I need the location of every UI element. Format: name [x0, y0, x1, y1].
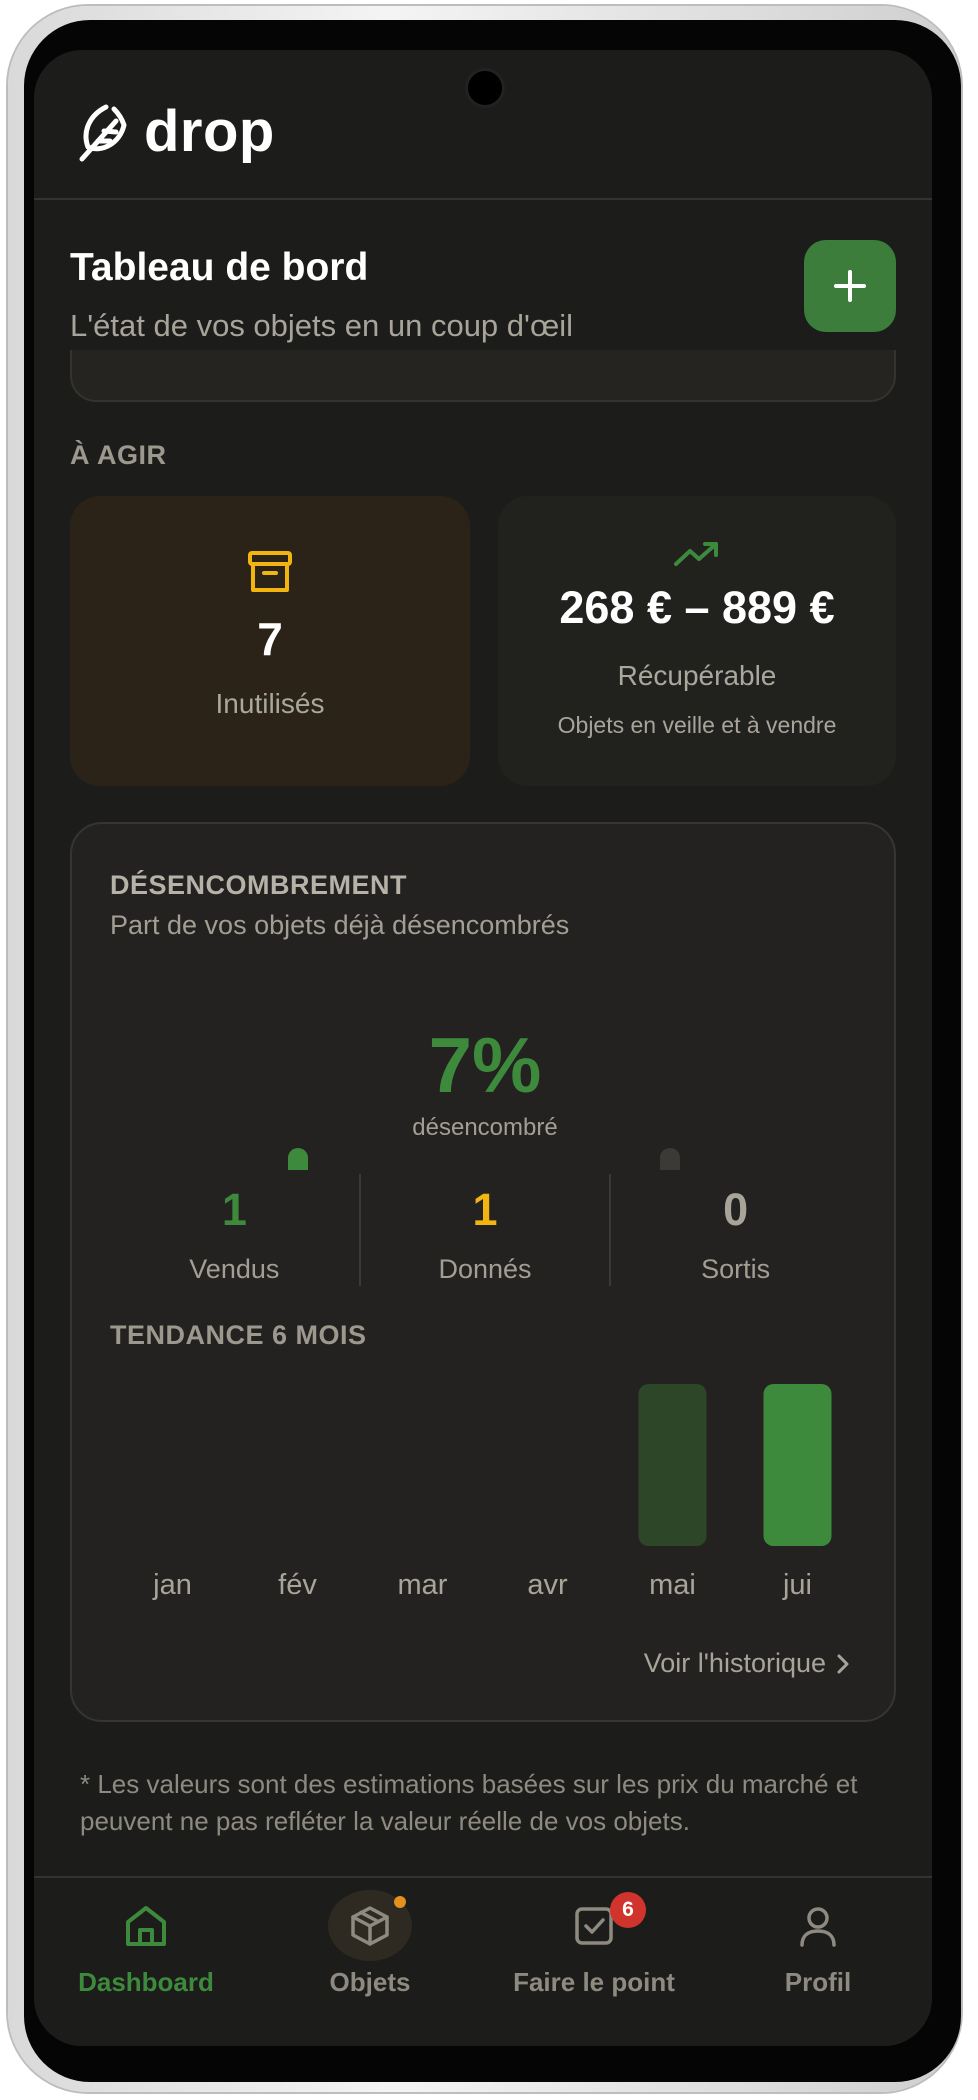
donated-count: 1: [472, 1184, 498, 1235]
nav-faire-le-point-icon-wrap: 6: [552, 1890, 646, 1961]
unused-label: Inutilisés: [215, 688, 325, 719]
page-title: Tableau de bord: [70, 246, 369, 289]
trend-month-label: mar: [398, 1569, 448, 1601]
nav-profil-label: Profil: [784, 1967, 852, 1997]
donated-label: Donnés: [438, 1254, 532, 1284]
trend-month-label: jui: [782, 1569, 812, 1601]
trend-month-label: avr: [527, 1569, 568, 1601]
declutter-card: DÉSENCOMBREMENT Part de vos objets déjà …: [70, 822, 896, 1722]
declutter-subtitle: Part de vos objets déjà désencombrés: [110, 910, 570, 940]
plus-icon: [834, 270, 866, 302]
act-section-label: À AGIR: [70, 440, 167, 470]
donated-stat[interactable]: 1 Donnés: [358, 1174, 610, 1286]
gauge-end-marker: [660, 1148, 680, 1170]
nav-dashboard[interactable]: Dashboard: [34, 1878, 258, 1998]
unused-items-card[interactable]: 7 Inutilisés: [70, 496, 470, 786]
sold-count: 1: [221, 1184, 247, 1235]
chevron-right-icon: [837, 1654, 849, 1673]
nav-profil[interactable]: Profil: [706, 1878, 930, 1998]
trend-bar-chart: jan fév mar avr mai jui: [152, 1384, 832, 1601]
faire-le-point-badge: 6: [610, 1892, 646, 1928]
recoverable-note: Objets en veille et à vendre: [557, 712, 837, 738]
view-history-label: Voir l'historique: [643, 1648, 826, 1678]
declutter-title: DÉSENCOMBREMENT: [110, 870, 408, 900]
page-subtitle: L'état de vos objets en un coup d'œil: [70, 308, 573, 343]
leaf-logo-icon: [79, 104, 127, 161]
nav-profil-icon-wrap: [776, 1890, 860, 1961]
objets-notification-dot: [394, 1896, 406, 1908]
removed-stat[interactable]: 0 Sortis: [609, 1174, 860, 1286]
trend-month-label: jan: [152, 1569, 192, 1601]
add-item-button[interactable]: [804, 240, 896, 332]
user-icon: [800, 1906, 836, 1947]
sold-stat[interactable]: 1 Vendus: [110, 1174, 359, 1286]
app-logo[interactable]: drop: [76, 98, 275, 165]
app-screen: drop Tableau de bord L'état de vos objet…: [34, 50, 932, 2046]
package-icon: [351, 1905, 389, 1946]
view-history-link[interactable]: Voir l'historique: [644, 1648, 850, 1679]
home-icon: [126, 1905, 166, 1946]
nav-faire-le-point-label: Faire le point: [513, 1967, 675, 1997]
nav-faire-le-point[interactable]: 6 Faire le point: [482, 1878, 706, 1998]
trend-bar-mai: [638, 1384, 707, 1546]
archive-box-icon: [248, 551, 292, 592]
app-name: drop: [144, 99, 275, 164]
declutter-percent: 7%: [428, 1021, 542, 1109]
nav-dashboard-label: Dashboard: [78, 1967, 214, 1997]
declutter-percent-label: désencombré: [412, 1114, 558, 1141]
nav-objets-label: Objets: [329, 1967, 411, 1997]
recoverable-amount: 268 € – 889 €: [559, 582, 835, 633]
nav-objets[interactable]: Objets: [258, 1878, 482, 1998]
trend-title: TENDANCE 6 MOIS: [110, 1320, 367, 1350]
nav-objets-icon-wrap: [328, 1890, 412, 1961]
scrolled-card-edge: [70, 350, 896, 402]
removed-label: Sortis: [701, 1254, 771, 1284]
disclaimer-text: * Les valeurs sont des estimations basée…: [80, 1769, 858, 1836]
trending-up-icon: [674, 542, 718, 566]
nav-dashboard-icon-wrap: [104, 1890, 188, 1961]
gauge-progress-marker: [288, 1148, 308, 1170]
app-header: drop: [34, 50, 932, 200]
trend-month-label: mai: [649, 1569, 696, 1601]
unused-count: 7: [257, 613, 283, 665]
recoverable-value-card[interactable]: 268 € – 889 € Récupérable Objets en veil…: [498, 496, 896, 786]
trend-month-label: fév: [278, 1569, 317, 1601]
bottom-navigation: Dashboard Objets 6 Faire le point Profil: [34, 1876, 932, 2046]
sold-label: Vendus: [189, 1254, 280, 1284]
declutter-breakdown: 1 Vendus 1 Donnés 0 Sortis: [110, 1174, 860, 1286]
trend-bar-jui: [763, 1384, 832, 1546]
removed-count: 0: [723, 1184, 749, 1235]
recoverable-label: Récupérable: [617, 660, 777, 691]
